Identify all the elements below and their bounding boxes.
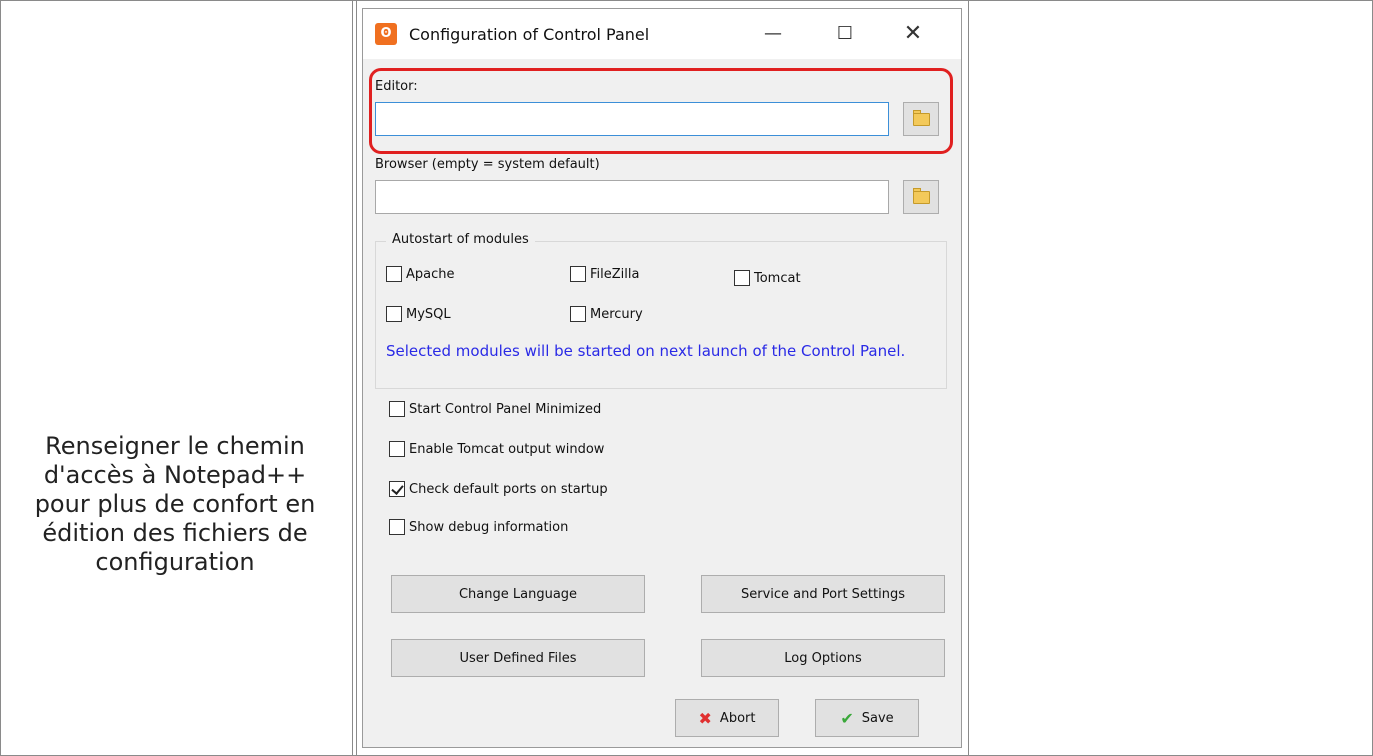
service-port-settings-button[interactable]: Service and Port Settings [701,575,945,613]
checkbox-tomcat[interactable]: Tomcat [734,270,801,286]
autostart-groupbox: Autostart of modules Apache FileZilla To… [375,232,947,389]
checkmark-icon: ✔ [840,708,854,728]
autostart-info-text: Selected modules will be started on next… [386,342,906,360]
folder-icon [913,113,930,126]
option-start-minimized[interactable]: Start Control Panel Minimized [389,401,601,417]
checkbox-mysql[interactable]: MySQL [386,306,451,322]
browser-label: Browser (empty = system default) [375,157,600,172]
checkbox-box[interactable] [389,441,405,457]
window-title: Configuration of Control Panel [409,25,650,44]
minimize-button[interactable]: — [753,21,793,47]
checkbox-label: MySQL [406,306,451,322]
x-icon: ✖ [698,708,712,728]
checkbox-box[interactable] [570,306,586,322]
editor-browse-button[interactable] [903,102,939,136]
option-label: Start Control Panel Minimized [409,401,602,417]
checkbox-label: Apache [406,266,455,282]
button-label: Change Language [458,586,578,602]
log-options-button[interactable]: Log Options [701,639,945,677]
checkbox-box-checked[interactable] [389,481,405,497]
column-divider [356,0,357,756]
checkbox-box[interactable] [734,270,750,286]
close-button[interactable]: ✕ [893,21,933,47]
editor-path-input[interactable] [375,102,889,136]
checkbox-label: Mercury [590,306,643,322]
abort-button[interactable]: ✖ Abort [675,699,779,737]
button-label: Save [861,710,894,726]
change-language-button[interactable]: Change Language [391,575,645,613]
column-divider [968,0,969,756]
checkbox-box[interactable] [389,401,405,417]
user-defined-files-button[interactable]: User Defined Files [391,639,645,677]
title-bar: ʘ Configuration of Control Panel — ☐ ✕ [363,9,961,59]
configuration-dialog: ʘ Configuration of Control Panel — ☐ ✕ E… [362,8,962,748]
editor-label: Editor: [375,79,418,94]
checkbox-box[interactable] [570,266,586,282]
browser-browse-button[interactable] [903,180,939,214]
folder-icon [913,191,930,204]
save-button[interactable]: ✔ Save [815,699,919,737]
checkbox-label: Tomcat [754,270,801,286]
option-label: Enable Tomcat output window [409,441,605,457]
checkbox-mercury[interactable]: Mercury [570,306,643,322]
checkbox-filezilla[interactable]: FileZilla [570,266,639,282]
option-label: Show debug information [409,519,569,535]
browser-path-input[interactable] [375,180,889,214]
checkbox-label: FileZilla [590,266,640,282]
button-label: User Defined Files [459,650,577,666]
checkbox-box[interactable] [386,306,402,322]
option-tomcat-output[interactable]: Enable Tomcat output window [389,441,604,457]
checkbox-box[interactable] [386,266,402,282]
option-check-ports[interactable]: Check default ports on startup [389,481,608,497]
button-label: Service and Port Settings [741,586,905,602]
checkbox-box[interactable] [389,519,405,535]
xampp-logo-icon: ʘ [375,23,397,45]
button-label: Abort [719,710,756,726]
button-label: Log Options [784,650,862,666]
caption-text: Renseigner le chemin d'accès à Notepad++… [34,432,316,576]
maximize-button[interactable]: ☐ [825,21,865,47]
column-divider [352,0,353,756]
checkbox-apache[interactable]: Apache [386,266,455,282]
documentation-table: Renseigner le chemin d'accès à Notepad++… [0,0,1373,756]
autostart-title: Autostart of modules [386,232,535,247]
option-label: Check default ports on startup [409,481,608,497]
option-debug-info[interactable]: Show debug information [389,519,568,535]
